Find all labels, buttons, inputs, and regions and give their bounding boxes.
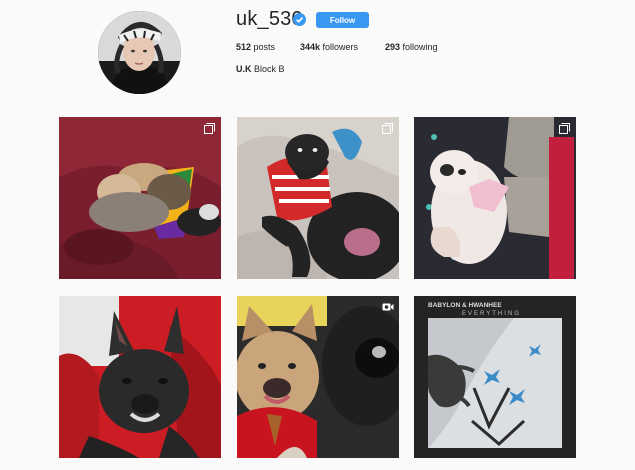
profile-full-name: U.K [236,64,252,74]
following-count: 293 [385,42,401,52]
profile-bio: Block B [254,64,285,74]
multiple-icon [382,123,393,134]
followers-stat[interactable]: 344k followers [300,42,358,52]
post-tile[interactable] [237,117,399,279]
video-icon [382,302,394,313]
multiple-icon [559,123,570,134]
posts-count: 512 [236,42,252,52]
post-tile[interactable]: BABYLON & HWANHEE EVERYTHING [414,296,576,458]
profile-avatar[interactable] [98,11,181,94]
following-stat[interactable]: 293 following [385,42,438,52]
follow-button[interactable]: Follow [316,12,369,28]
verified-badge-icon [293,13,306,26]
post-tile[interactable] [237,296,399,458]
post-tile[interactable] [59,296,221,458]
post-tile[interactable] [414,117,576,279]
album-title-text: BABYLON & HWANHEE [428,302,502,309]
following-label: following [402,42,438,52]
profile-fullname-bio: U.K Block B [236,64,285,74]
posts-stat: 512 posts [236,42,275,52]
album-subtitle-text: EVERYTHING [462,311,521,317]
multiple-icon [204,123,215,134]
posts-label: posts [253,42,276,52]
followers-label: followers [322,42,359,52]
post-tile[interactable] [59,117,221,279]
followers-count: 344k [300,42,321,52]
